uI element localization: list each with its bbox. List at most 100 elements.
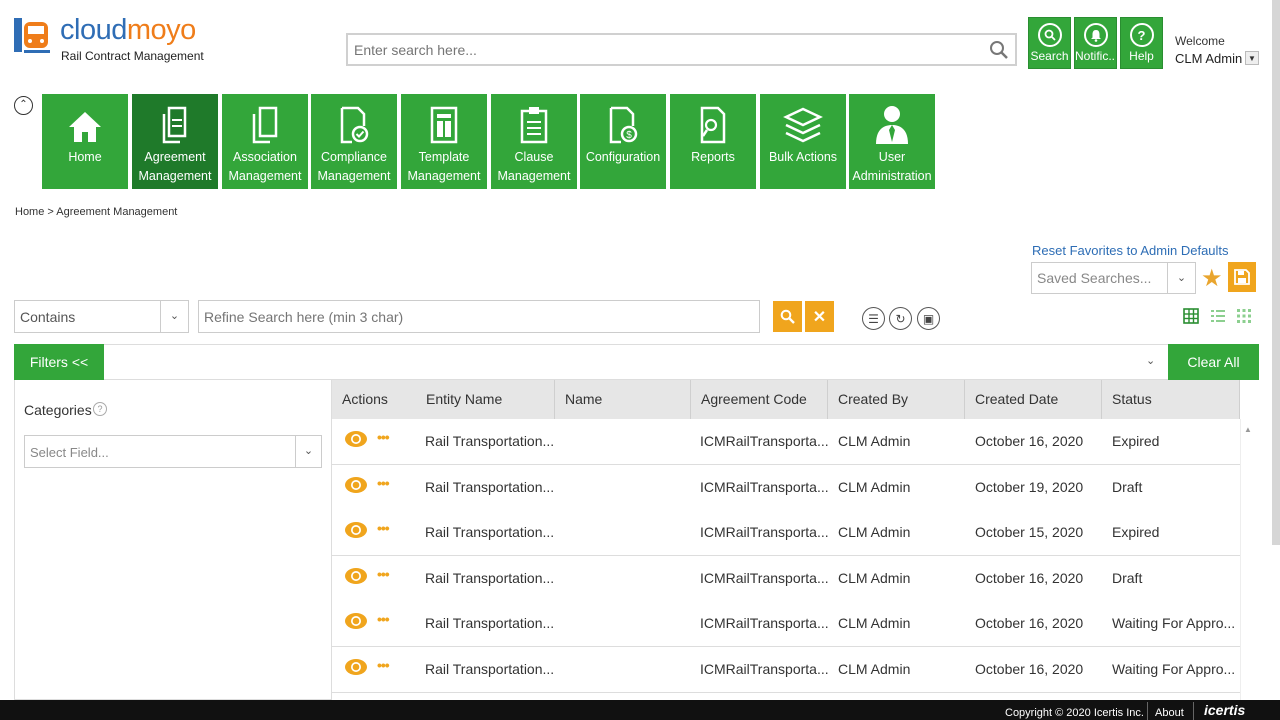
search-operator-value: Contains bbox=[20, 309, 76, 325]
user-name[interactable]: CLM Admin bbox=[1175, 51, 1242, 66]
more-actions-icon[interactable]: ••• bbox=[377, 520, 390, 536]
welcome-text: Welcome bbox=[1175, 34, 1225, 48]
list-options-icon[interactable]: ☰ bbox=[862, 307, 885, 330]
module-label: Bulk Actions bbox=[768, 150, 838, 164]
cell-created-date: October 16, 2020 bbox=[975, 433, 1084, 449]
search-operator-select[interactable]: Contains ⌄ bbox=[14, 300, 189, 333]
close-icon: ✕ bbox=[812, 308, 827, 326]
table-row[interactable]: ••• Rail Transportation... ICMRailTranspor… bbox=[332, 555, 1240, 602]
cell-created-date: October 16, 2020 bbox=[975, 615, 1084, 632]
table-row[interactable]: ••• Rail Transportation... ICMRailTranspor… bbox=[332, 464, 1240, 511]
cell-name bbox=[564, 465, 691, 510]
module-agreement-management[interactable]: Agreement Management bbox=[132, 94, 218, 189]
view-eye-icon[interactable] bbox=[344, 476, 368, 494]
chevron-down-icon[interactable]: ⌄ bbox=[295, 436, 321, 467]
cell-entity-name[interactable]: Rail Transportation... bbox=[425, 465, 555, 510]
column-header-agreement-code[interactable]: Agreement Code bbox=[691, 380, 828, 419]
module-label: Template Management bbox=[407, 150, 481, 183]
column-header-entity-name[interactable]: Entity Name bbox=[416, 380, 555, 419]
more-actions-icon[interactable]: ••• bbox=[377, 566, 390, 582]
view-eye-icon[interactable] bbox=[344, 430, 368, 448]
module-bulk-actions[interactable]: Bulk Actions bbox=[760, 94, 846, 189]
column-header-created-date[interactable]: Created Date bbox=[965, 380, 1102, 419]
more-actions-icon[interactable]: ••• bbox=[377, 611, 390, 627]
table-row[interactable]: ••• Rail Transportation... ICMRailTranspor… bbox=[332, 601, 1240, 648]
cell-name bbox=[564, 556, 691, 601]
breadcrumb: Home > Agreement Management bbox=[15, 206, 177, 218]
global-search-input[interactable] bbox=[348, 35, 968, 64]
more-actions-icon[interactable]: ••• bbox=[377, 475, 390, 491]
user-menu-dropdown-icon[interactable]: ▼ bbox=[1245, 51, 1259, 65]
cell-entity-name[interactable]: Rail Transportation... bbox=[425, 556, 555, 601]
help-button[interactable]: ? Help bbox=[1120, 17, 1163, 69]
table-row[interactable]: ••• Rail Transportation... ICMRailTranspor… bbox=[332, 510, 1240, 557]
cell-entity-name[interactable]: Rail Transportation... bbox=[425, 510, 555, 555]
refine-search-button[interactable] bbox=[773, 301, 802, 332]
refresh-icon[interactable]: ↻ bbox=[889, 307, 912, 330]
view-eye-icon[interactable] bbox=[344, 612, 368, 630]
more-actions-icon[interactable]: ••• bbox=[377, 657, 390, 673]
favorite-star-icon[interactable]: ★ bbox=[1201, 264, 1223, 293]
refine-search-input[interactable] bbox=[199, 301, 739, 332]
saved-searches-select[interactable]: Saved Searches... ⌄ bbox=[1031, 262, 1196, 294]
module-home[interactable]: Home bbox=[42, 94, 128, 189]
select-field-dropdown[interactable]: Select Field... ⌄ bbox=[24, 435, 322, 468]
chevron-down-icon[interactable]: ⌄ bbox=[160, 301, 188, 332]
grid-view-icon[interactable] bbox=[1181, 306, 1201, 326]
about-link[interactable]: About bbox=[1155, 707, 1184, 719]
reset-favorites-link[interactable]: Reset Favorites to Admin Defaults bbox=[1032, 243, 1229, 258]
module-association-management[interactable]: Association Management bbox=[222, 94, 308, 189]
filters-toggle-button[interactable]: Filters << bbox=[14, 344, 104, 380]
chevron-down-icon[interactable]: ⌄ bbox=[1146, 354, 1155, 367]
breadcrumb-home[interactable]: Home bbox=[15, 206, 44, 218]
search-button[interactable]: Search bbox=[1028, 17, 1071, 69]
table-row[interactable]: ••• Rail Transportation... ICMRailTranspor… bbox=[332, 419, 1240, 465]
module-compliance-management[interactable]: Compliance Management bbox=[311, 94, 397, 189]
clear-all-button[interactable]: Clear All bbox=[1168, 344, 1259, 380]
help-icon[interactable]: ? bbox=[93, 402, 107, 416]
tile-view-icon[interactable] bbox=[1234, 306, 1254, 326]
app-logo[interactable]: cloudmoyo Rail Contract Management bbox=[12, 14, 212, 70]
grid-scrollbar[interactable] bbox=[1240, 419, 1258, 700]
breadcrumb-separator: > bbox=[47, 206, 54, 218]
reports-icon bbox=[670, 94, 756, 148]
export-icon[interactable]: ▣ bbox=[917, 307, 940, 330]
breadcrumb-current: Agreement Management bbox=[56, 206, 178, 218]
cell-created-by: CLM Admin bbox=[838, 569, 911, 586]
module-label: Home bbox=[68, 150, 102, 164]
clear-search-button[interactable]: ✕ bbox=[805, 301, 834, 332]
notifications-button-label: Notific... bbox=[1075, 49, 1116, 63]
chevron-down-icon[interactable]: ⌄ bbox=[1167, 263, 1195, 293]
column-header-status[interactable]: Status bbox=[1102, 380, 1240, 419]
module-user-administration[interactable]: User Administration bbox=[849, 94, 935, 189]
table-row[interactable]: ••• Rail Transportation... ICMRailTranspor… bbox=[332, 647, 1240, 693]
more-actions-icon[interactable]: ••• bbox=[377, 429, 390, 445]
view-eye-icon[interactable] bbox=[344, 521, 368, 539]
cell-status: Draft bbox=[1112, 569, 1143, 586]
collapse-menu-icon[interactable]: ⌃ bbox=[14, 96, 33, 115]
module-configuration[interactable]: $ Configuration bbox=[580, 94, 666, 189]
module-template-management[interactable]: Template Management bbox=[401, 94, 487, 189]
cell-created-by: CLM Admin bbox=[838, 478, 911, 495]
page-scrollbar[interactable] bbox=[1272, 0, 1280, 545]
view-eye-icon[interactable] bbox=[344, 658, 368, 676]
module-reports[interactable]: Reports bbox=[670, 94, 756, 189]
scroll-up-icon[interactable]: ▲ bbox=[1244, 425, 1252, 434]
column-header-name[interactable]: Name bbox=[555, 380, 691, 419]
cell-entity-name[interactable]: Rail Transportation... bbox=[425, 647, 555, 692]
search-icon[interactable] bbox=[989, 40, 1009, 60]
save-search-button[interactable] bbox=[1228, 262, 1256, 292]
column-header-created-by[interactable]: Created By bbox=[828, 380, 965, 419]
column-header-actions[interactable]: Actions bbox=[332, 380, 416, 419]
cell-created-by: CLM Admin bbox=[838, 524, 911, 541]
view-eye-icon[interactable] bbox=[344, 567, 368, 585]
cell-name bbox=[564, 601, 691, 646]
association-icon bbox=[222, 94, 308, 148]
notifications-button[interactable]: Notific... bbox=[1074, 17, 1117, 69]
global-search bbox=[346, 33, 1017, 66]
cell-entity-name[interactable]: Rail Transportation... bbox=[425, 601, 555, 646]
module-clause-management[interactable]: Clause Management bbox=[491, 94, 577, 189]
cell-entity-name[interactable]: Rail Transportation... bbox=[425, 419, 555, 464]
list-view-icon[interactable] bbox=[1208, 306, 1228, 326]
compliance-icon bbox=[311, 94, 397, 148]
